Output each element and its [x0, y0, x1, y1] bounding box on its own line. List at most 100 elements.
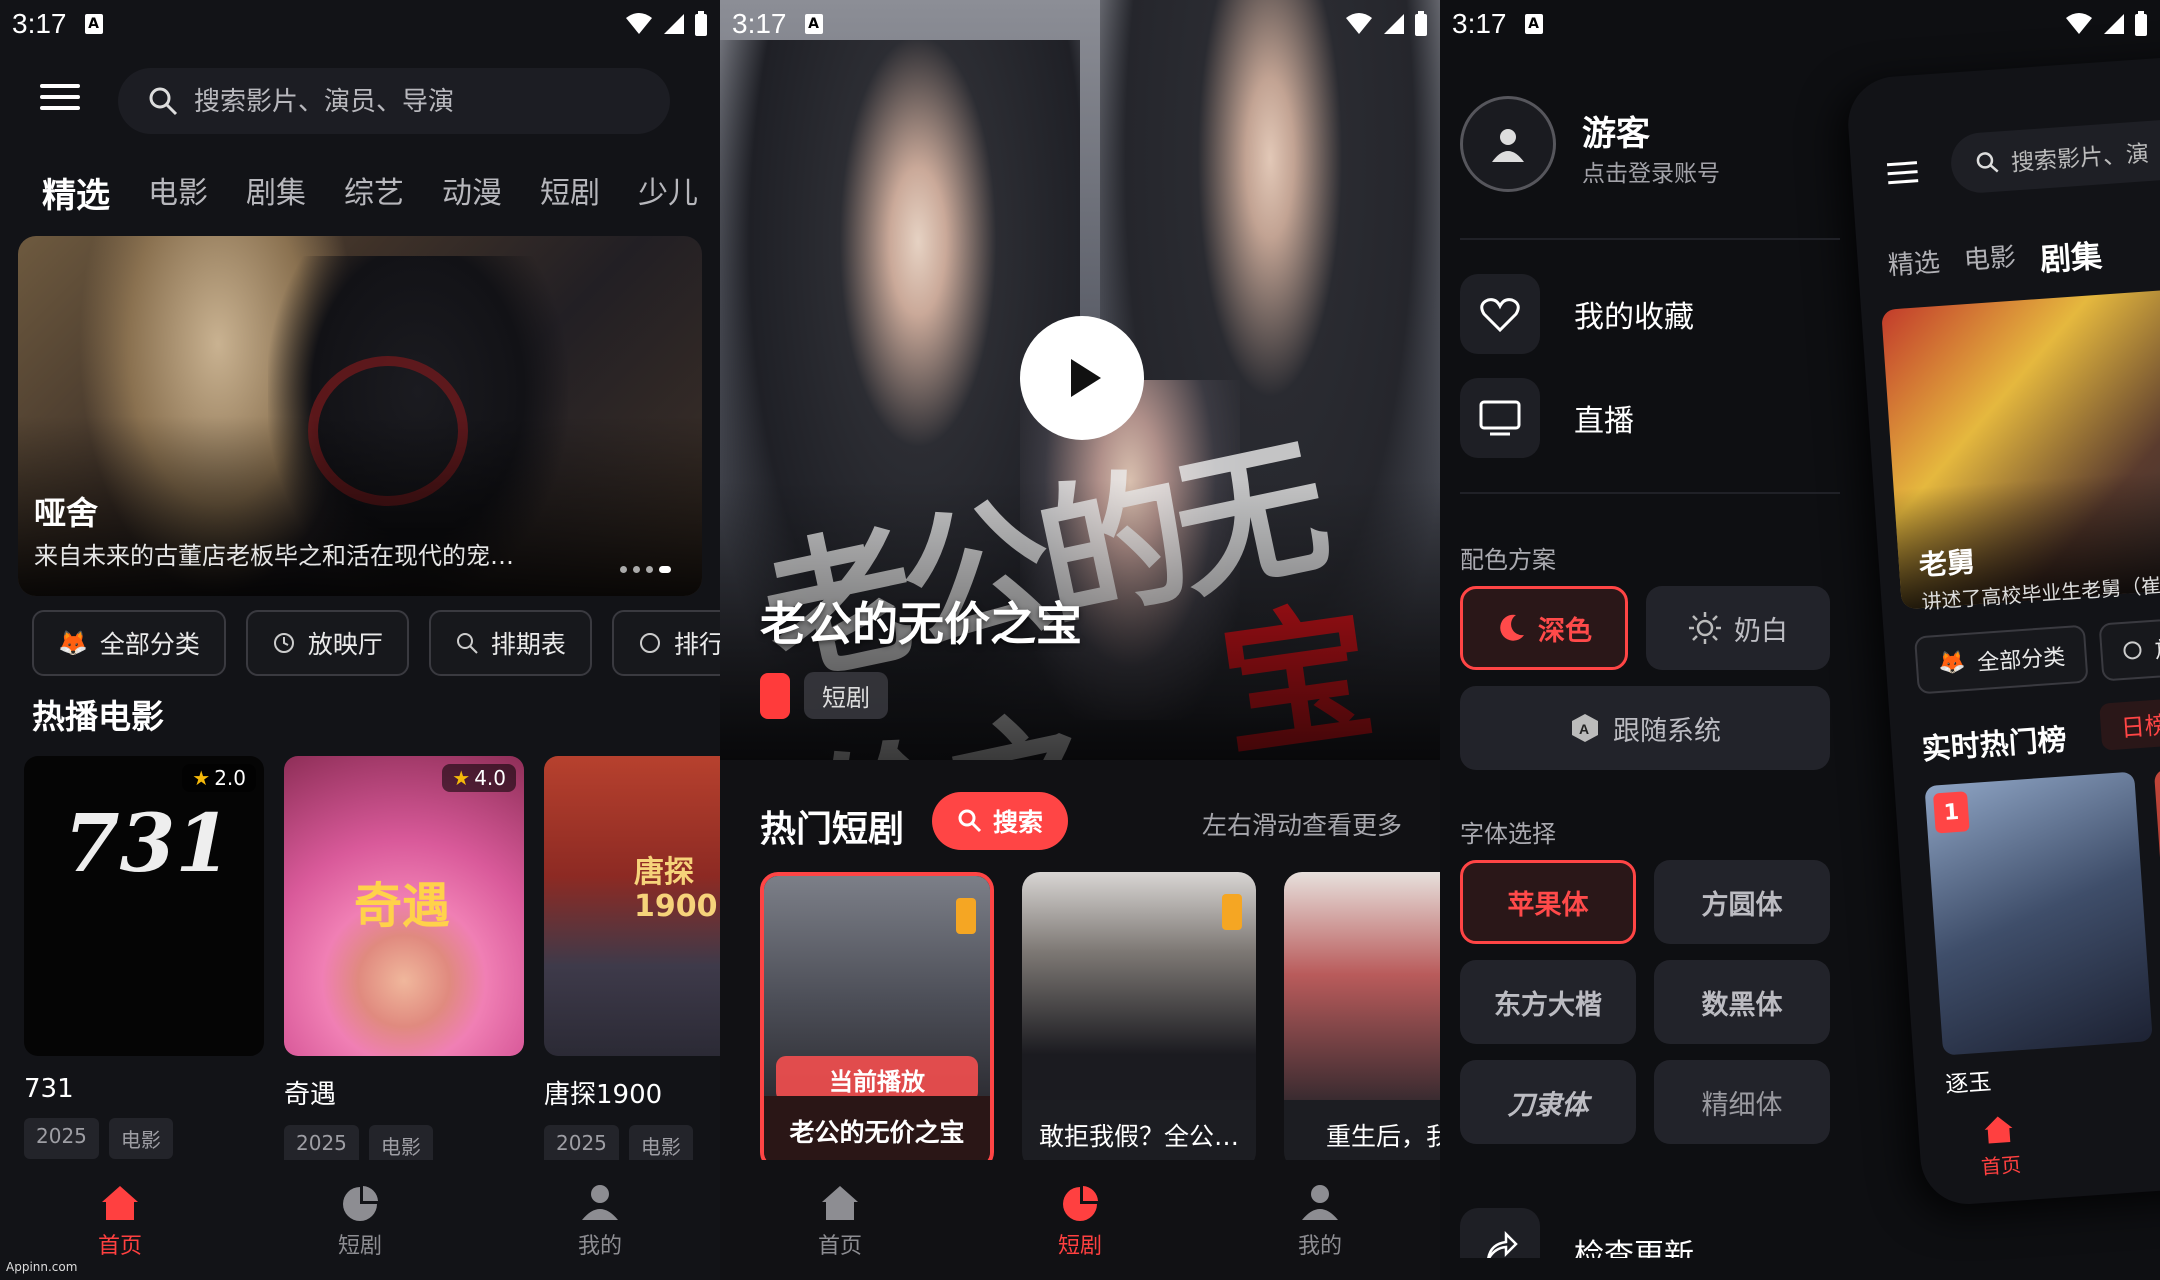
shorts-screen: 老公的无价之 宝 3:17 A 老公的无价之宝 短剧 热门短剧 搜索 左右滑动查… [720, 0, 1440, 1280]
search-bar[interactable] [118, 68, 670, 134]
tab-movies[interactable]: 电影 [148, 168, 208, 217]
menu-label: 直播 [1574, 404, 1634, 439]
login-prompt[interactable]: 点击登录账号 [1582, 154, 1720, 188]
preview-banner-title: 老舅 [1917, 545, 1977, 582]
preview-tabs: 精选 电影 剧集 [1887, 231, 2104, 291]
movie-type: 电影 [108, 1118, 173, 1159]
nav-home[interactable]: 首页 [30, 1180, 210, 1260]
divider [1460, 492, 1840, 494]
home-screen: 3:17 A 精选 电影 剧集 综艺 动漫 短剧 少儿 哑舍 来自未来的古董店老… [0, 0, 720, 1280]
movie-card[interactable]: 唐探1900 唐探1900 2025 电影 [544, 756, 720, 1166]
font-option[interactable]: 精细体 [1654, 1060, 1830, 1144]
home-icon [1984, 1116, 2013, 1144]
watermark: Appinn.com [6, 1260, 78, 1274]
preview-chip: 放映 [2098, 615, 2160, 682]
movie-poster[interactable]: 唐探1900 [544, 756, 720, 1056]
font-option[interactable]: 苹果体 [1460, 860, 1636, 944]
font-option[interactable]: 方圆体 [1654, 860, 1830, 944]
bottom-navigation: 首页 短剧 我的 [720, 1160, 1440, 1280]
bookmark-icon[interactable] [956, 898, 976, 934]
favorites-menu-item[interactable]: 我的收藏 [1460, 274, 1694, 354]
notification-icon: A [84, 14, 103, 34]
short-card[interactable]: 重生后，我和 [1284, 872, 1440, 1170]
nav-mine[interactable]: 我的 [1230, 1180, 1410, 1260]
search-icon [149, 87, 178, 116]
banner-title: 哑舍 [34, 494, 99, 532]
movie-card[interactable]: 奇遇 ★ 4.0 奇遇 2025 电影 [284, 756, 524, 1166]
theme-dark-option[interactable]: 深色 [1460, 586, 1628, 670]
wifi-icon [1346, 13, 1372, 34]
preview-nav: 首页 短剧 [1957, 1095, 2160, 1181]
tab-kids[interactable]: 少儿 [638, 168, 698, 217]
tab-anime[interactable]: 动漫 [442, 168, 502, 217]
hero-title: 老公的无价之宝 [760, 597, 1082, 651]
notification-icon: A [804, 14, 823, 34]
theme-system-option[interactable]: A 跟随系统 [1460, 686, 1830, 770]
search-input[interactable] [194, 85, 634, 117]
bottom-navigation: 首页 短剧 我的 [0, 1160, 720, 1280]
movie-card[interactable]: 731 ★ 2.0 731 2025 电影 [24, 756, 264, 1166]
clock-icon [273, 633, 294, 653]
tab-shorts[interactable]: 短剧 [540, 168, 600, 217]
short-title: 老公的无价之宝 [764, 1096, 990, 1166]
search-button-label: 搜索 [992, 808, 1043, 837]
short-poster [1284, 872, 1440, 1100]
nav-shorts[interactable]: 短剧 [270, 1180, 450, 1260]
preview-search-bar: 搜索影片、演 [1949, 111, 2160, 195]
search-button[interactable]: 搜索 [932, 792, 1068, 850]
user-name[interactable]: 游客 [1582, 106, 1650, 155]
all-categories-button[interactable]: 🦊 全部分类 [32, 610, 226, 676]
movie-poster[interactable]: 奇遇 ★ 4.0 [284, 756, 524, 1056]
share-icon [1460, 1208, 1540, 1258]
status-time: 3:17 [1452, 8, 1507, 39]
wifi-icon [626, 13, 652, 34]
status-time: 3:17 [732, 8, 787, 39]
nav-home[interactable]: 首页 [750, 1180, 930, 1260]
short-card[interactable]: 当前播放 老公的无价之宝 [760, 872, 994, 1170]
movie-title: 奇遇 [284, 1080, 337, 1110]
poster-title-art: 731 [64, 796, 231, 890]
bookmark-icon[interactable] [1222, 894, 1242, 930]
nav-shorts[interactable]: 短剧 [990, 1180, 1170, 1260]
tag-marker [760, 672, 790, 719]
font-option[interactable]: 刀隶体 [1460, 1060, 1636, 1144]
status-icons [2064, 11, 2148, 37]
preview-tab: 电影 [1962, 242, 2017, 277]
movie-poster[interactable]: 731 ★ 2.0 [24, 756, 264, 1056]
heart-icon [1460, 274, 1540, 354]
nav-label: 首页 [817, 1234, 862, 1259]
font-option[interactable]: 东方大楷 [1460, 960, 1636, 1044]
play-button[interactable] [1020, 316, 1144, 440]
tab-series[interactable]: 剧集 [246, 168, 306, 217]
search-icon [958, 809, 982, 833]
schedule-button[interactable]: 排期表 [428, 610, 592, 676]
short-card[interactable]: 敢拒我假？全公… [1022, 872, 1256, 1170]
short-poster [1022, 872, 1256, 1100]
tab-variety[interactable]: 综艺 [344, 168, 404, 217]
ranking-button[interactable]: 排行 [611, 610, 720, 676]
chip-label: 排期表 [490, 630, 566, 659]
theme-cream-option[interactable]: 奶白 [1646, 586, 1830, 670]
user-icon [1302, 1185, 1338, 1220]
avatar[interactable] [1460, 96, 1556, 192]
rating-badge: ★ 2.0 [182, 764, 256, 792]
font-option[interactable]: 数黑体 [1654, 960, 1830, 1044]
signal-icon [664, 14, 684, 34]
rating-badge: ★ 4.0 [442, 764, 516, 792]
tag-label: 短剧 [804, 672, 888, 719]
chip-label: 排行 [673, 630, 720, 659]
status-bar: 3:17 A [720, 0, 1440, 48]
category-tabs: 精选 电影 剧集 综艺 动漫 短剧 少儿 [42, 168, 698, 217]
signal-icon [2104, 14, 2124, 34]
banner-description: 来自未来的古董店老板毕之和活在现代的宠… [34, 542, 514, 570]
screening-hall-button[interactable]: 放映厅 [245, 610, 409, 676]
preview-rank-cards: 1 2 [1924, 755, 2160, 1056]
tab-featured[interactable]: 精选 [42, 168, 110, 217]
preview-nav-home: 首页 [1957, 1109, 2041, 1181]
menu-icon[interactable] [40, 84, 80, 114]
check-update-menu-item[interactable]: 检查更新 [1460, 1208, 1694, 1258]
preview-rank-card: 1 [1924, 771, 2153, 1056]
svg-text:A: A [1579, 721, 1589, 737]
nav-mine[interactable]: 我的 [510, 1180, 690, 1260]
live-menu-item[interactable]: 直播 [1460, 378, 1634, 458]
